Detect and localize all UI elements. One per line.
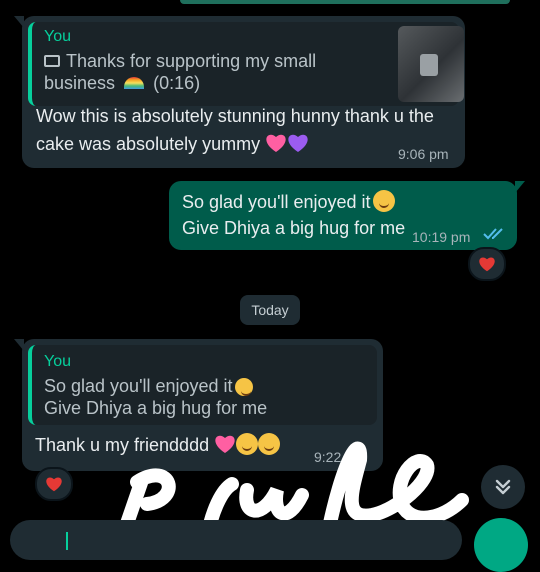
thumbnail-figure xyxy=(420,54,438,76)
message-bubble-incoming[interactable]: You Thanks for supporting my small busin… xyxy=(14,16,465,168)
video-icon xyxy=(44,55,60,67)
rainbow-icon xyxy=(124,77,145,89)
quoted-message[interactable]: You So glad you'll enjoyed it Give Dhiya… xyxy=(28,345,377,425)
message-time: 9:06 pm xyxy=(398,146,449,162)
hugging-face-icon xyxy=(234,378,253,396)
reaction-heart[interactable] xyxy=(468,247,506,281)
crying-face-icon xyxy=(236,433,259,455)
quote-sender: You xyxy=(44,353,71,370)
message-line-2: Give Dhiya a big hug for me xyxy=(182,218,406,238)
message-text: Wow this is absolutely stunning hunny th… xyxy=(36,102,456,158)
quote-text: So glad you'll enjoyed it Give Dhiya a b… xyxy=(44,375,374,419)
quote-line-2: Give Dhiya a big hug for me xyxy=(44,398,268,418)
message-bubble-incoming[interactable]: You So glad you'll enjoyed it Give Dhiya… xyxy=(14,339,383,471)
message-line-2: cake was absolutely yummy xyxy=(36,134,261,154)
scroll-to-bottom-button[interactable] xyxy=(481,465,525,509)
reaction-heart[interactable] xyxy=(35,467,73,501)
input-cursor xyxy=(66,532,68,550)
message-time: 9:22 am xyxy=(314,449,365,465)
video-thumbnail[interactable] xyxy=(398,26,464,102)
message-line-1: Wow this is absolutely stunning hunny th… xyxy=(36,106,434,126)
quote-line-1: So glad you'll enjoyed it xyxy=(44,376,233,396)
purple-heart-icon xyxy=(287,133,309,153)
quote-text: Thanks for supporting my small business … xyxy=(44,50,344,94)
message-time: 10:19 pm xyxy=(412,229,471,245)
pink-heart-icon xyxy=(214,434,236,454)
double-check-icon xyxy=(483,227,507,246)
message-line-1: Thank u my friendddd xyxy=(35,435,210,455)
pleading-face-icon xyxy=(258,433,281,455)
quote-line-1: Thanks for supporting my small xyxy=(66,51,317,71)
message-line-1: So glad you'll enjoyed it xyxy=(182,192,371,212)
date-separator: Today xyxy=(240,295,300,325)
message-input[interactable] xyxy=(10,520,462,560)
mic-button[interactable] xyxy=(474,518,528,572)
quote-sender: You xyxy=(44,28,71,45)
message-bubble-outgoing[interactable]: So glad you'll enjoyed it Give Dhiya a b… xyxy=(169,181,525,250)
message-text: So glad you'll enjoyed it Give Dhiya a b… xyxy=(182,189,422,241)
quote-line-2: business xyxy=(44,73,116,93)
quote-duration: (0:16) xyxy=(153,73,201,93)
red-heart-icon xyxy=(479,257,495,272)
hugging-face-icon xyxy=(372,190,395,212)
chevron-double-down-icon xyxy=(495,479,511,495)
message-text: Thank u my friendddd xyxy=(35,431,325,459)
pink-heart-icon xyxy=(265,133,287,153)
red-heart-icon xyxy=(46,477,62,492)
quoted-message[interactable]: You Thanks for supporting my small busin… xyxy=(28,22,464,106)
previous-bubble-edge xyxy=(180,0,510,4)
